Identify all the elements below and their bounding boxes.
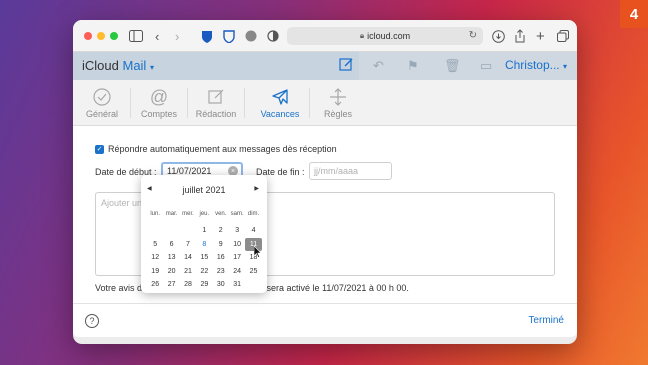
weekday-header: mar. xyxy=(165,210,178,217)
address-bar[interactable]: 🔒︎ icloud.com ↻ xyxy=(287,27,483,45)
calendar-day[interactable]: 3 xyxy=(229,224,245,238)
close-window-button[interactable] xyxy=(84,32,92,40)
chevron-down-icon: ▾ xyxy=(562,62,567,71)
weekday-header: jeu. xyxy=(199,210,210,217)
calendar-day[interactable]: 24 xyxy=(229,265,245,279)
compose-icon[interactable] xyxy=(339,57,354,76)
calendar-day[interactable]: 4 xyxy=(245,224,261,238)
user-menu[interactable]: Christop... ▾ xyxy=(505,58,567,72)
calendar-day[interactable]: 22 xyxy=(196,265,212,279)
zoom-window-button[interactable] xyxy=(110,32,118,40)
calendar-day[interactable]: 5 xyxy=(147,238,163,252)
calendar-empty-cell xyxy=(163,224,179,238)
calendar-day[interactable]: 7 xyxy=(180,238,196,252)
back-icon[interactable]: ‹ xyxy=(155,28,159,44)
forward-icon[interactable]: › xyxy=(175,28,179,44)
calendar-day[interactable]: 28 xyxy=(180,278,196,292)
calendar-day[interactable]: 31 xyxy=(229,278,245,292)
calendar-week-row: 1234 xyxy=(147,224,263,238)
auto-reply-checkbox[interactable]: ✓ xyxy=(95,144,104,154)
reload-icon[interactable]: ↻ xyxy=(469,30,477,41)
tab-redaction[interactable]: Rédaction xyxy=(187,80,245,126)
weekday-header: dim. xyxy=(247,210,260,217)
calendar-day[interactable]: 8 xyxy=(196,238,212,252)
calendar-week-row: 12 13 14 15 16 17 18 xyxy=(147,251,263,265)
end-date-input[interactable]: jj/mm/aaaa xyxy=(309,162,392,180)
auto-reply-row: ✓ Répondre automatiquement aux messages … xyxy=(95,144,337,154)
weekday-header: ven. xyxy=(215,210,227,217)
extension-circle-icon[interactable] xyxy=(245,28,257,44)
share-icon[interactable] xyxy=(514,28,526,44)
tab-vacances[interactable]: Vacances xyxy=(251,80,309,126)
calendar-day[interactable]: 16 xyxy=(213,251,229,265)
weekday-header: sam. xyxy=(230,210,244,217)
privacy-extension-icon[interactable] xyxy=(267,28,279,44)
calendar-day[interactable]: 14 xyxy=(180,251,196,265)
arrows-move-icon xyxy=(328,87,348,107)
calendar-day[interactable]: 12 xyxy=(147,251,163,265)
download-icon[interactable] xyxy=(492,28,505,44)
lock-icon: 🔒︎ xyxy=(359,31,365,40)
calendar-month-label: juillet 2021 xyxy=(182,185,226,195)
done-button[interactable]: Terminé xyxy=(528,315,564,326)
mail-header: iCloud Mail ▾ ↶ ⚑ 🗑︎ ▭ Christop... ▾ xyxy=(73,52,577,80)
calendar-day[interactable]: 19 xyxy=(147,265,163,279)
calendar-day[interactable]: 9 xyxy=(213,238,229,252)
calendar-day[interactable]: 30 xyxy=(213,278,229,292)
calendar-week-row: 5 6 7 8 9 10 11 xyxy=(147,237,263,252)
tab-general[interactable]: Général xyxy=(73,80,131,126)
date-picker-popup: ◀ juillet 2021 ▶ lun. mar. mer. jeu. ven. sam… xyxy=(141,175,267,293)
shield-extension-icon[interactable] xyxy=(223,28,235,44)
chevron-down-icon: ▾ xyxy=(149,63,154,72)
status-message: Votre avis d l sera activé le 11/07/2021… xyxy=(95,283,409,293)
calendar-week-row: 26 27 28 29 30 31 xyxy=(147,278,263,292)
calendar-day[interactable]: 21 xyxy=(180,265,196,279)
calendar-empty-cell xyxy=(245,278,261,292)
weekday-header: mer. xyxy=(182,210,194,217)
calendar-day[interactable]: 6 xyxy=(163,238,179,252)
step-badge: 4 xyxy=(620,0,648,28)
compose-icon xyxy=(206,87,226,107)
preferences-tabs: Général @ Comptes Rédaction Vacances Règ… xyxy=(73,80,577,126)
calendar-day[interactable]: 1 xyxy=(196,224,212,238)
browser-toolbar: ‹ › 🔒︎ icloud.com ↻ + xyxy=(73,20,577,52)
calendar-day[interactable]: 17 xyxy=(229,251,245,265)
new-tab-icon[interactable]: + xyxy=(536,28,545,45)
app-title[interactable]: iCloud Mail ▾ xyxy=(82,58,154,73)
next-month-icon[interactable]: ▶ xyxy=(254,185,259,192)
minimize-window-button[interactable] xyxy=(97,32,105,40)
flag-icon[interactable]: ⚑ xyxy=(407,58,419,74)
airplane-icon xyxy=(270,87,290,107)
calendar-day[interactable]: 15 xyxy=(196,251,212,265)
at-sign-icon: @ xyxy=(149,86,169,107)
calendar-day[interactable]: 27 xyxy=(163,278,179,292)
trash-icon[interactable]: 🗑︎ xyxy=(444,58,461,74)
calendar-day[interactable]: 26 xyxy=(147,278,163,292)
calendar-day[interactable]: 13 xyxy=(163,251,179,265)
calendar-day[interactable]: 23 xyxy=(213,265,229,279)
calendar-day[interactable]: 25 xyxy=(245,265,261,279)
tab-overview-icon[interactable] xyxy=(557,28,569,44)
calendar-day[interactable]: 20 xyxy=(163,265,179,279)
calendar-day[interactable]: 10 xyxy=(229,238,245,252)
bitwarden-extension-icon[interactable] xyxy=(201,28,213,44)
calendar-grid: lun. mar. mer. jeu. ven. sam. dim. 1 2 3 4 5 6 7 8 9 10 1… xyxy=(147,207,263,292)
mouse-pointer-icon xyxy=(253,245,262,260)
calendar-week-row: 19 20 21 22 23 24 25 xyxy=(147,265,263,279)
sidebar-toggle-icon[interactable] xyxy=(129,28,143,44)
tab-regles[interactable]: Règles xyxy=(309,80,367,126)
reply-icon[interactable]: ↶ xyxy=(373,58,384,74)
url-text: icloud.com xyxy=(367,31,411,41)
calendar-empty-cell xyxy=(180,224,196,238)
calendar-empty-cell xyxy=(147,224,163,238)
tab-comptes[interactable]: @ Comptes xyxy=(130,80,188,126)
folder-icon[interactable]: ▭ xyxy=(480,58,492,74)
weekday-header: lun. xyxy=(150,210,161,217)
calendar-day[interactable]: 29 xyxy=(196,278,212,292)
auto-reply-label: Répondre automatiquement aux messages dè… xyxy=(108,144,337,154)
dialog-footer: ? Terminé xyxy=(73,303,577,337)
help-button[interactable]: ? xyxy=(85,314,99,328)
checkmark-circle-icon xyxy=(92,87,112,107)
calendar-day[interactable]: 2 xyxy=(213,224,229,238)
